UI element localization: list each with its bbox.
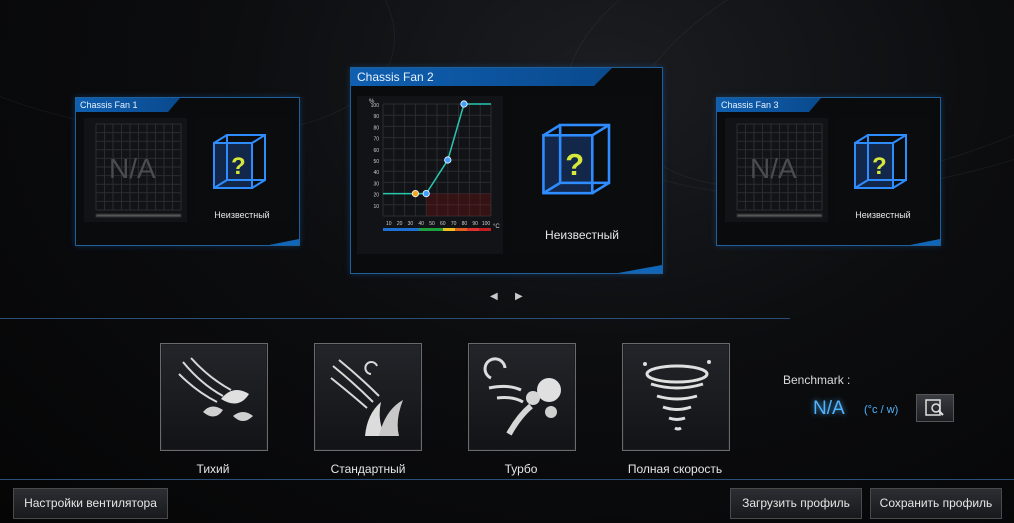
na-text: N/A xyxy=(750,153,797,184)
x-tick-label: 20 xyxy=(397,221,403,227)
curve-handle[interactable] xyxy=(411,190,420,198)
benchmark-value: N/A xyxy=(813,398,845,419)
question-cube-icon: ? xyxy=(542,123,611,195)
x-tick-label: 100 xyxy=(482,221,491,227)
fan-status-label: Неизвестный xyxy=(545,228,619,242)
benchmark-button[interactable] xyxy=(916,394,954,422)
card-corner-accent xyxy=(618,265,662,273)
mode-full-speed-button[interactable] xyxy=(622,343,730,451)
curve-handle[interactable] xyxy=(444,156,452,164)
x-tick-label: 10 xyxy=(386,221,392,227)
mode-standard-label: Стандартный xyxy=(330,462,406,476)
divider-bottom xyxy=(0,479,1014,480)
temp-zone-segment xyxy=(395,228,407,231)
fan-card-3[interactable]: Chassis Fan 3 N/A ? Неизвестный xyxy=(716,97,941,246)
unknown-device-panel: ? Неизвестный xyxy=(512,96,652,254)
curve-handle[interactable] xyxy=(422,190,430,198)
question-cube-icon: ? xyxy=(213,134,266,189)
temp-zone-segment xyxy=(467,228,479,231)
y-tick-label: 30 xyxy=(373,181,379,187)
prev-fan-arrow[interactable]: ◀ xyxy=(490,291,498,302)
na-text: N/A xyxy=(109,153,156,184)
y-tick-label: 10 xyxy=(373,204,379,210)
svg-text:?: ? xyxy=(565,147,584,182)
fan-curve-graph[interactable]: 100 90 80 70 60 50 40 30 20 10 10 20 30 40 50 60 70 80 90 1… xyxy=(357,96,503,254)
temp-zone-segment xyxy=(455,228,467,231)
fan-status-label: Неизвестный xyxy=(214,210,270,220)
y-tick-label: 70 xyxy=(373,137,379,143)
fan-card-title: Chassis Fan 3 xyxy=(717,98,821,112)
load-profile-button[interactable]: Загрузить профиль xyxy=(730,488,862,519)
x-unit-label: °C xyxy=(493,224,500,230)
svg-text:?: ? xyxy=(231,153,246,180)
x-tick-label: 30 xyxy=(408,221,414,227)
fan-status-label: Неизвестный xyxy=(855,210,911,220)
silent-leaves-icon xyxy=(178,357,253,421)
standard-grass-icon xyxy=(330,359,403,436)
x-tick-label: 70 xyxy=(451,221,457,227)
fan-settings-button[interactable]: Настройки вентилятора xyxy=(13,488,168,519)
temp-zone-segment xyxy=(479,228,491,231)
fan-curve-chart[interactable]: 10090807060504030201010 20 30 40 50 60 70 80 90 1… xyxy=(357,96,503,254)
benchmark-unit: (°c / w) xyxy=(864,404,899,416)
card-corner-accent xyxy=(269,239,299,245)
fan-card-title: Chassis Fan 2 xyxy=(351,68,612,86)
y-tick-label: 40 xyxy=(373,170,379,176)
save-profile-button[interactable]: Сохранить профиль xyxy=(870,488,1002,519)
temp-zone-segment xyxy=(443,228,455,231)
temp-zone-segment xyxy=(383,228,395,231)
mode-turbo-button[interactable] xyxy=(468,343,576,451)
y-unit-label: % xyxy=(369,99,375,105)
svg-text:?: ? xyxy=(872,153,887,180)
fan-card-2[interactable]: Chassis Fan 2 100 90 80 70 60 50 40 30 20 10 10 20 3… xyxy=(350,67,663,274)
x-tick-label: 80 xyxy=(462,221,468,227)
temp-zone-segment xyxy=(419,228,431,231)
card-corner-accent xyxy=(910,239,940,245)
unknown-device-panel: ? Неизвестный xyxy=(835,118,931,222)
divider-top xyxy=(0,318,790,319)
y-tick-label: 20 xyxy=(373,193,379,199)
tornado-icon xyxy=(643,360,711,431)
danger-zone xyxy=(426,193,491,216)
turbo-wind-icon xyxy=(483,357,561,436)
x-tick-label: 40 xyxy=(418,221,424,227)
mode-standard-button[interactable] xyxy=(314,343,422,451)
next-fan-arrow[interactable]: ▶ xyxy=(515,291,523,302)
x-tick-label: 90 xyxy=(472,221,478,227)
curve-handle[interactable] xyxy=(460,100,468,108)
benchmark-search-icon xyxy=(925,399,944,416)
x-tick-label: 50 xyxy=(429,221,435,227)
benchmark-label: Benchmark : xyxy=(783,373,851,387)
question-cube-icon: ? xyxy=(854,134,907,189)
mode-silent-button[interactable] xyxy=(160,343,268,451)
temp-zone-segment xyxy=(431,228,443,231)
mode-full-speed-label: Полная скорость xyxy=(627,462,723,476)
unknown-device-panel: ? Неизвестный xyxy=(194,118,290,222)
x-tick-label: 60 xyxy=(440,221,446,227)
mode-turbo-label: Турбо xyxy=(504,462,538,476)
temp-zone-segment xyxy=(407,228,419,231)
y-tick-label: 50 xyxy=(373,159,379,165)
fan-card-1[interactable]: Chassis Fan 1 N/A ? Неизвестный xyxy=(75,97,300,246)
mode-silent-label: Тихий xyxy=(196,462,230,476)
y-tick-label: 60 xyxy=(373,148,379,154)
y-tick-label: 80 xyxy=(373,125,379,131)
y-tick-label: 90 xyxy=(373,114,379,120)
fan-card-title: Chassis Fan 1 xyxy=(76,98,180,112)
